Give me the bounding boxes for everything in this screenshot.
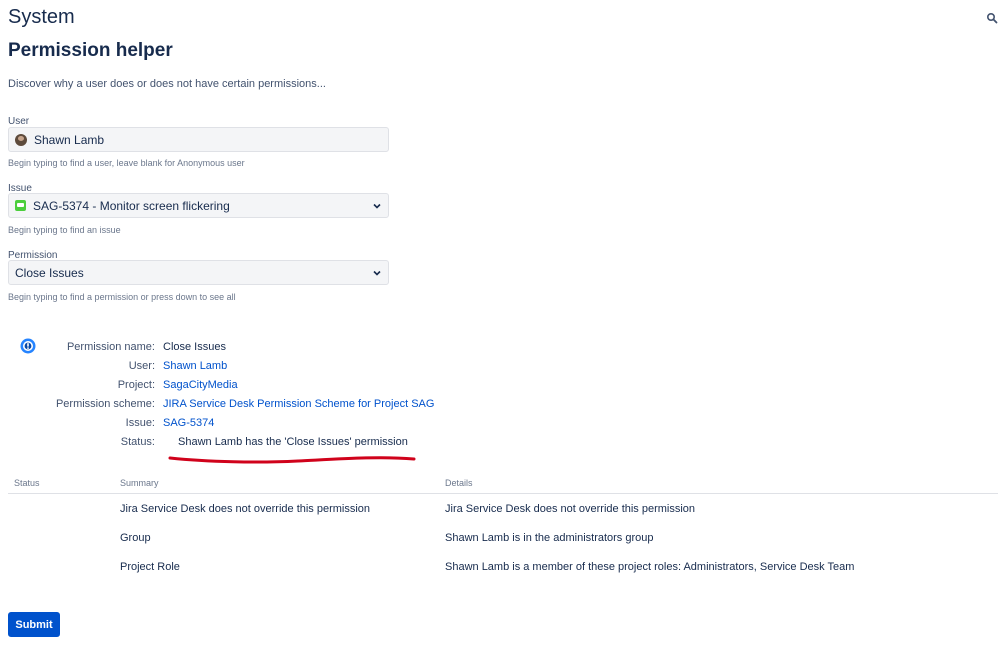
permission-hint: Begin typing to find a permission or pre… [8,292,236,302]
result-value: Close Issues [163,341,226,353]
column-header-status: Status [14,478,40,488]
result-permission-name: Permission name: Close Issues [0,338,226,356]
user-link[interactable]: Shawn Lamb [163,360,227,372]
result-label: Permission name: [66,341,155,353]
project-link[interactable]: SagaCityMedia [163,379,238,391]
user-field[interactable]: Shawn Lamb [8,127,389,152]
row-details: Shawn Lamb is a member of these project … [445,561,855,573]
row-details: Jira Service Desk does not override this… [445,503,696,515]
result-user: User: Shawn Lamb [0,357,228,375]
submit-button[interactable]: Submit [8,612,60,637]
status-value: Shawn Lamb has the 'Close Issues' permis… [178,436,408,448]
page-description: Discover why a user does or does not hav… [8,78,326,90]
result-project: Project: SagaCityMedia [0,376,238,394]
row-summary: Project Role [120,561,180,573]
row-summary: Group [120,532,151,544]
result-label: User: [128,360,155,372]
issue-link[interactable]: SAG-5374 [163,417,214,429]
permission-value: Close Issues [15,265,84,280]
row-summary: Jira Service Desk does not override this… [120,503,371,515]
avatar [15,133,27,146]
table-header: Status Summary Details [8,476,998,494]
user-hint: Begin typing to find a user, leave blank… [8,158,245,168]
result-issue: Issue: SAG-5374 [0,414,215,432]
result-status: Status: Shawn Lamb has the 'Close Issues… [0,433,408,451]
row-details: Shawn Lamb is in the administrators grou… [445,532,654,544]
page-title: Permission helper [8,40,173,61]
result-label: Status: [120,436,155,448]
chevron-down-icon [373,270,381,276]
column-header-details: Details [445,478,473,488]
result-scheme: Permission scheme: JIRA Service Desk Per… [0,395,434,413]
result-label: Project: [117,379,155,391]
table-row: Project Role Shawn Lamb is a member of t… [8,558,998,578]
result-label: Permission scheme: [55,398,155,410]
annotation-underline [168,456,416,464]
column-header-summary: Summary [120,478,159,488]
table-row: Group Shawn Lamb is in the administrator… [8,529,998,549]
user-label: User [8,116,30,127]
table-row: Jira Service Desk does not override this… [8,500,998,520]
issue-type-icon [15,200,26,211]
chevron-down-icon [373,203,381,209]
search-icon[interactable] [986,12,998,24]
user-value: Shawn Lamb [34,132,105,147]
issue-select[interactable]: SAG-5374 - Monitor screen flickering [8,193,389,218]
permission-select[interactable]: Close Issues [8,260,389,285]
system-title: System [8,6,75,28]
issue-hint: Begin typing to find an issue [8,225,121,235]
issue-value: SAG-5374 - Monitor screen flickering [33,198,230,213]
result-label: Issue: [125,417,155,429]
scheme-link[interactable]: JIRA Service Desk Permission Scheme for … [163,398,434,410]
